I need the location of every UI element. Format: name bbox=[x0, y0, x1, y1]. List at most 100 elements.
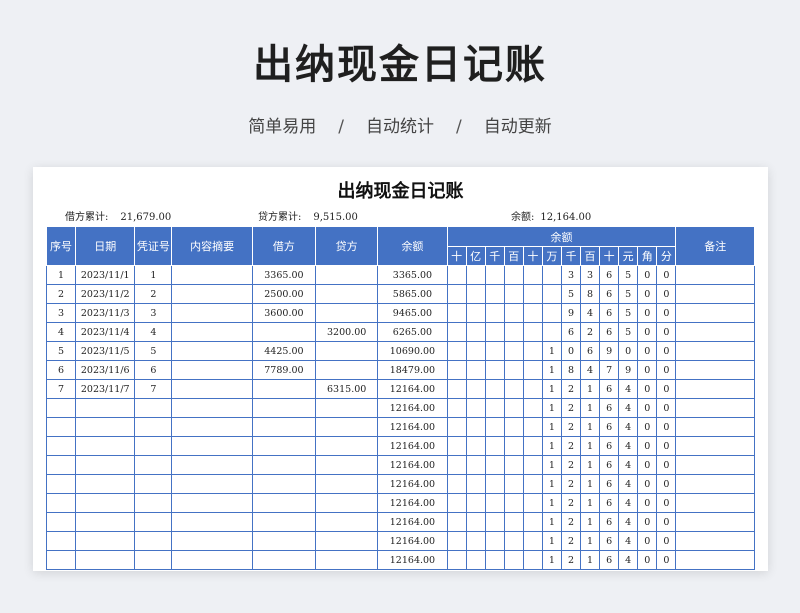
cell-credit[interactable] bbox=[315, 417, 379, 437]
cell-seq[interactable]: 1 bbox=[45, 265, 77, 285]
cell-desc[interactable] bbox=[171, 493, 253, 513]
cell-voucher[interactable] bbox=[134, 455, 173, 475]
cell-date[interactable] bbox=[75, 455, 136, 475]
cell-desc[interactable] bbox=[171, 455, 253, 475]
cell-balance[interactable]: 12164.00 bbox=[377, 379, 448, 399]
cell-desc[interactable] bbox=[171, 531, 253, 551]
cell-balance[interactable]: 6265.00 bbox=[377, 322, 448, 342]
cell-credit[interactable]: 6315.00 bbox=[315, 379, 379, 399]
cell-date[interactable] bbox=[75, 493, 136, 513]
cell-notes[interactable] bbox=[675, 455, 755, 475]
cell-seq[interactable]: 2 bbox=[45, 284, 77, 304]
cell-notes[interactable] bbox=[675, 284, 755, 304]
cell-balance[interactable]: 5865.00 bbox=[377, 284, 448, 304]
cell-date[interactable] bbox=[75, 531, 136, 551]
cell-notes[interactable] bbox=[675, 531, 755, 551]
cell-credit[interactable] bbox=[315, 474, 379, 494]
cell-desc[interactable] bbox=[171, 265, 253, 285]
cell-credit[interactable] bbox=[315, 398, 379, 418]
cell-notes[interactable] bbox=[675, 550, 755, 570]
cell-debit[interactable] bbox=[251, 436, 317, 456]
cell-seq[interactable]: 3 bbox=[45, 303, 77, 323]
cell-debit[interactable]: 2500.00 bbox=[251, 284, 317, 304]
cell-seq[interactable]: 6 bbox=[45, 360, 77, 380]
cell-voucher[interactable] bbox=[134, 398, 173, 418]
cell-balance[interactable]: 12164.00 bbox=[377, 398, 448, 418]
cell-debit[interactable] bbox=[251, 531, 317, 551]
cell-voucher[interactable]: 1 bbox=[134, 265, 173, 285]
cell-desc[interactable] bbox=[171, 360, 253, 380]
cell-credit[interactable] bbox=[315, 493, 379, 513]
cell-seq[interactable] bbox=[45, 550, 77, 570]
cell-notes[interactable] bbox=[675, 303, 755, 323]
cell-date[interactable]: 2023/11/2 bbox=[75, 284, 136, 304]
cell-debit[interactable] bbox=[251, 455, 317, 475]
cell-desc[interactable] bbox=[171, 303, 253, 323]
cell-notes[interactable] bbox=[675, 474, 755, 494]
cell-seq[interactable] bbox=[45, 531, 77, 551]
cell-debit[interactable]: 7789.00 bbox=[251, 360, 317, 380]
cell-notes[interactable] bbox=[675, 379, 755, 399]
cell-credit[interactable] bbox=[315, 550, 379, 570]
cell-date[interactable] bbox=[75, 417, 136, 437]
cell-balance[interactable]: 3365.00 bbox=[377, 265, 448, 285]
cell-desc[interactable] bbox=[171, 398, 253, 418]
cell-debit[interactable] bbox=[251, 322, 317, 342]
cell-credit[interactable] bbox=[315, 284, 379, 304]
cell-balance[interactable]: 18479.00 bbox=[377, 360, 448, 380]
cell-notes[interactable] bbox=[675, 322, 755, 342]
cell-voucher[interactable]: 5 bbox=[134, 341, 173, 361]
cell-balance[interactable]: 12164.00 bbox=[377, 512, 448, 532]
cell-credit[interactable]: 3200.00 bbox=[315, 322, 379, 342]
cell-debit[interactable] bbox=[251, 512, 317, 532]
cell-date[interactable]: 2023/11/5 bbox=[75, 341, 136, 361]
cell-date[interactable]: 2023/11/4 bbox=[75, 322, 136, 342]
cell-date[interactable]: 2023/11/6 bbox=[75, 360, 136, 380]
cell-desc[interactable] bbox=[171, 341, 253, 361]
cell-date[interactable]: 2023/11/1 bbox=[75, 265, 136, 285]
cell-seq[interactable] bbox=[45, 436, 77, 456]
cell-credit[interactable] bbox=[315, 341, 379, 361]
cell-debit[interactable]: 4425.00 bbox=[251, 341, 317, 361]
cell-balance[interactable]: 12164.00 bbox=[377, 531, 448, 551]
cell-notes[interactable] bbox=[675, 360, 755, 380]
cell-date[interactable] bbox=[75, 474, 136, 494]
cell-balance[interactable]: 12164.00 bbox=[377, 550, 448, 570]
cell-seq[interactable] bbox=[45, 493, 77, 513]
cell-credit[interactable] bbox=[315, 265, 379, 285]
cell-notes[interactable] bbox=[675, 512, 755, 532]
cell-seq[interactable] bbox=[45, 474, 77, 494]
cell-balance[interactable]: 12164.00 bbox=[377, 417, 448, 437]
cell-notes[interactable] bbox=[675, 436, 755, 456]
cell-date[interactable]: 2023/11/3 bbox=[75, 303, 136, 323]
cell-notes[interactable] bbox=[675, 398, 755, 418]
cell-debit[interactable] bbox=[251, 398, 317, 418]
cell-debit[interactable] bbox=[251, 493, 317, 513]
cell-balance[interactable]: 12164.00 bbox=[377, 474, 448, 494]
cell-notes[interactable] bbox=[675, 493, 755, 513]
cell-desc[interactable] bbox=[171, 417, 253, 437]
cell-date[interactable] bbox=[75, 550, 136, 570]
cell-seq[interactable] bbox=[45, 398, 77, 418]
cell-credit[interactable] bbox=[315, 455, 379, 475]
cell-credit[interactable] bbox=[315, 360, 379, 380]
cell-credit[interactable] bbox=[315, 512, 379, 532]
cell-voucher[interactable] bbox=[134, 550, 173, 570]
cell-debit[interactable] bbox=[251, 417, 317, 437]
cell-voucher[interactable]: 6 bbox=[134, 360, 173, 380]
cell-voucher[interactable]: 7 bbox=[134, 379, 173, 399]
cell-balance[interactable]: 12164.00 bbox=[377, 455, 448, 475]
cell-desc[interactable] bbox=[171, 550, 253, 570]
cell-date[interactable] bbox=[75, 436, 136, 456]
cell-credit[interactable] bbox=[315, 531, 379, 551]
cell-seq[interactable]: 5 bbox=[45, 341, 77, 361]
cell-voucher[interactable]: 4 bbox=[134, 322, 173, 342]
cell-balance[interactable]: 12164.00 bbox=[377, 493, 448, 513]
cell-desc[interactable] bbox=[171, 512, 253, 532]
cell-voucher[interactable]: 3 bbox=[134, 303, 173, 323]
cell-desc[interactable] bbox=[171, 284, 253, 304]
cell-debit[interactable] bbox=[251, 379, 317, 399]
cell-debit[interactable]: 3365.00 bbox=[251, 265, 317, 285]
cell-debit[interactable]: 3600.00 bbox=[251, 303, 317, 323]
cell-date[interactable]: 2023/11/7 bbox=[75, 379, 136, 399]
